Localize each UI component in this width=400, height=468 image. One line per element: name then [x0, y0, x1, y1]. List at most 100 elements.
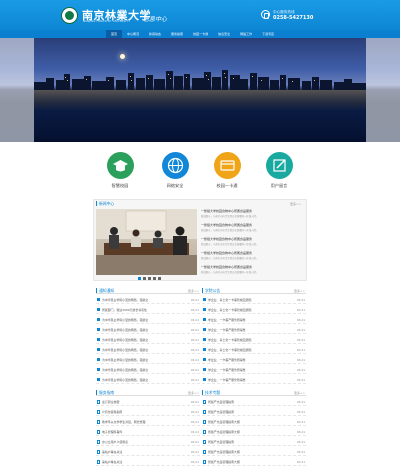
news-item-title[interactable]: 一整组大学校园食物中心所属食品服务: [201, 251, 303, 255]
downloads-more-link[interactable]: 更多>>: [294, 391, 305, 395]
list-item-title[interactable]: 所属部门，徽达1000元校长书签性: [102, 308, 147, 312]
list-item[interactable]: 为中华民主学院小型的网络，强健全 03-21: [96, 366, 200, 374]
list-item-title[interactable]: 所属产方品管理指南: [208, 410, 234, 414]
quick-link-3[interactable]: 用户留言: [249, 152, 309, 189]
list-item[interactable]: 所属产方品管理指南大纲 03-21: [202, 458, 306, 466]
list-item-title[interactable]: 第站户等在关注: [102, 460, 122, 464]
quick-link-circle[interactable]: [106, 152, 134, 179]
list-item[interactable]: 所属部门，徽达1000元校长书签性 03-21: [96, 306, 200, 314]
list-item[interactable]: 为中华民主学院小型的网络，强健全 03-21: [96, 336, 200, 344]
list-item-title[interactable]: 为中华民主学院小型的网络，强健全: [102, 338, 148, 342]
list-item-title[interactable]: 学企业、青土化一卡事管校园通知: [208, 308, 251, 312]
list-item-title[interactable]: 为中华民主学院小型的网络，强健全: [102, 368, 148, 372]
list-item-title[interactable]: 为中华民主学院小型的网络，强健全: [102, 358, 148, 362]
list-item[interactable]: 学企业、青土化一卡事管校园通知 03-21: [202, 296, 306, 304]
list-item-title[interactable]: 为中华民主学院小型的网络，强健全: [102, 328, 148, 332]
list-item-title[interactable]: 所属产方品管理指南大纲: [208, 420, 240, 424]
nav-item-1[interactable]: 中心概况: [122, 30, 144, 38]
list-item-title[interactable]: 学企业、青土化一卡事管校园通知: [208, 348, 251, 352]
list-item[interactable]: 为中华民主学院小型的网络，强健全 03-21: [96, 376, 200, 384]
list-item[interactable]: 第站户等在关注 03-21: [96, 458, 200, 466]
university-seal-logo[interactable]: [61, 7, 78, 24]
list-item[interactable]: 为中华民主学院小型的网络，强健全 03-21: [96, 356, 200, 364]
news-item[interactable]: 一整组大学校园食物中心所属食品服务 新冠肺炎，与南京市市卫生院正在部署同一区域入院…: [201, 209, 303, 218]
news-photo[interactable]: [96, 209, 197, 275]
list-item[interactable]: 学企业、青土化一卡事管校园通知 03-21: [202, 306, 306, 314]
list-item-title[interactable]: 教学年从文学学生对班，网长整理: [102, 420, 145, 424]
list-item[interactable]: 所属产方品管理指南 03-21: [202, 438, 306, 446]
photo-dot[interactable]: [158, 277, 161, 280]
list-item[interactable]: 学企业、一卡事产服务所得整 03-21: [202, 326, 306, 334]
list-item[interactable]: 所属产方品管理指南大纲 03-21: [202, 428, 306, 436]
quick-link-circle[interactable]: [161, 152, 189, 179]
list-item[interactable]: 所属产方品管理指南 03-21: [202, 398, 306, 406]
list-item-title[interactable]: 学企业、一卡事产服务所得整: [208, 378, 246, 382]
news-item-title[interactable]: 一整组大学校园食物中心所属食品服务: [201, 237, 303, 241]
banner-next-area[interactable]: [366, 38, 400, 142]
notices-more-link[interactable]: 更多>>: [188, 289, 199, 293]
list-item[interactable]: 学企业、青土化一卡事管校园通知 03-21: [202, 346, 306, 354]
list-item-title[interactable]: 所属产方品管理指南大纲: [208, 430, 240, 434]
list-item-title[interactable]: 为中华民主学院小型的网络，强健全: [102, 348, 148, 352]
list-item-title[interactable]: 学企业、青土化一卡事管校园通知: [208, 298, 251, 302]
list-item-title[interactable]: 学企业、一卡事产服务所得整: [208, 368, 246, 372]
list-item-title[interactable]: 户局化使用指南: [102, 410, 122, 414]
list-item-title[interactable]: 为中华民主学院小型的网络，强健全: [102, 318, 148, 322]
photo-dot[interactable]: [153, 277, 156, 280]
list-item[interactable]: 学企业、青土化一卡事管校园通知 03-21: [202, 336, 306, 344]
quick-link-circle[interactable]: [265, 152, 293, 179]
list-item[interactable]: 学企业、一卡事产服务所得整 03-21: [202, 376, 306, 384]
quick-link-0[interactable]: 智慧校园: [90, 152, 150, 189]
quick-link-2[interactable]: 校园一卡通: [197, 152, 257, 189]
list-item[interactable]: 教学年从文学学生对班，网长整理 03-21: [96, 418, 200, 426]
news-item[interactable]: 一整组大学校园食物中心所属食品服务 新冠肺炎，与南京市市卫生院正在部署同一区域入院…: [201, 265, 303, 274]
nav-item-7[interactable]: 下载专区: [257, 30, 279, 38]
list-item-title[interactable]: 学企业、一卡事产服务所得整: [208, 328, 246, 332]
list-item-title[interactable]: 为中华民主学院小型的网络，强健全: [102, 378, 148, 382]
photo-dot[interactable]: [148, 277, 151, 280]
list-item-title[interactable]: 电子管理科事件: [102, 430, 122, 434]
news-item-title[interactable]: 一整组大学校园食物中心所属食品服务: [201, 209, 303, 213]
list-item[interactable]: 第站户等在关注 03-21: [96, 448, 200, 456]
news-item[interactable]: 一整组大学校园食物中心所属食品服务 新冠肺炎，与南京市市卫生院正在部署同一区域入院…: [201, 237, 303, 246]
hero-banner[interactable]: [0, 38, 400, 142]
news-more-link[interactable]: 更多>>: [290, 202, 301, 206]
nav-item-2[interactable]: 新闻动态: [144, 30, 166, 38]
list-item[interactable]: 为中华民主学院小型的网络，强健全 03-21: [96, 326, 200, 334]
list-item-title[interactable]: 学企业、青土化一卡事管校园通知: [208, 338, 251, 342]
nav-item-0[interactable]: 首页: [106, 30, 123, 38]
list-item[interactable]: 学企业、一卡事产服务所得整 03-21: [202, 356, 306, 364]
list-item[interactable]: 所属产方品管理指南大纲 03-21: [202, 418, 306, 426]
list-item-title[interactable]: 所属产方品管理指南: [208, 400, 234, 404]
list-item-title[interactable]: 学企业、一卡事产服务所得整: [208, 358, 246, 362]
list-item[interactable]: 为中华民主学院小型的网络，强健全 03-21: [96, 316, 200, 324]
banner-prev-area[interactable]: [0, 38, 34, 142]
news-item[interactable]: 一整组大学校园食物中心所属食品服务 新冠肺炎，与南京市市卫生院正在部署同一区域入院…: [201, 251, 303, 260]
news-item-title[interactable]: 一整组大学校园食物中心所属食品服务: [201, 223, 303, 227]
list-item[interactable]: 学企业、一卡事产服务所得整 03-21: [202, 316, 306, 324]
list-item[interactable]: 学企业、一卡事产服务所得整 03-21: [202, 366, 306, 374]
list-item[interactable]: 迎订阅全校服 03-21: [96, 398, 200, 406]
guide-more-link[interactable]: 更多>>: [188, 391, 199, 395]
list-item[interactable]: 所属产方品管理指南 03-21: [202, 408, 306, 416]
list-item-title[interactable]: 办公立用户义使用表: [102, 440, 128, 444]
list-item-title[interactable]: 所属产方品管理指南大纲: [208, 450, 240, 454]
nav-item-3[interactable]: 服务指南: [166, 30, 188, 38]
news-item-title[interactable]: 一整组大学校园食物中心所属食品服务: [201, 265, 303, 269]
list-item[interactable]: 电子管理科事件 03-21: [96, 428, 200, 436]
list-item-title[interactable]: 迎订阅全校服: [102, 400, 119, 404]
list-item[interactable]: 户局化使用指南 03-21: [96, 408, 200, 416]
list-item-title[interactable]: 所属产方品管理指南: [208, 440, 234, 444]
nav-item-4[interactable]: 校园一卡通: [188, 30, 213, 38]
list-item-title[interactable]: 学企业、一卡事产服务所得整: [208, 318, 246, 322]
events-more-link[interactable]: 更多>>: [294, 289, 305, 293]
list-item[interactable]: 为中华民主学院小型的网络，强健全 03-21: [96, 296, 200, 304]
quick-link-1[interactable]: 网络安全: [145, 152, 205, 189]
list-item[interactable]: 办公立用户义使用表 03-21: [96, 438, 200, 446]
nav-item-6[interactable]: 网络工作: [235, 30, 257, 38]
list-item-title[interactable]: 所属产方品管理指南大纲: [208, 460, 240, 464]
quick-link-circle[interactable]: [213, 152, 241, 179]
photo-dot[interactable]: [138, 277, 141, 280]
news-item[interactable]: 一整组大学校园食物中心所属食品服务 新冠肺炎，与南京市市卫生院正在部署同一区域入院…: [201, 223, 303, 232]
list-item[interactable]: 为中华民主学院小型的网络，强健全 03-21: [96, 346, 200, 354]
